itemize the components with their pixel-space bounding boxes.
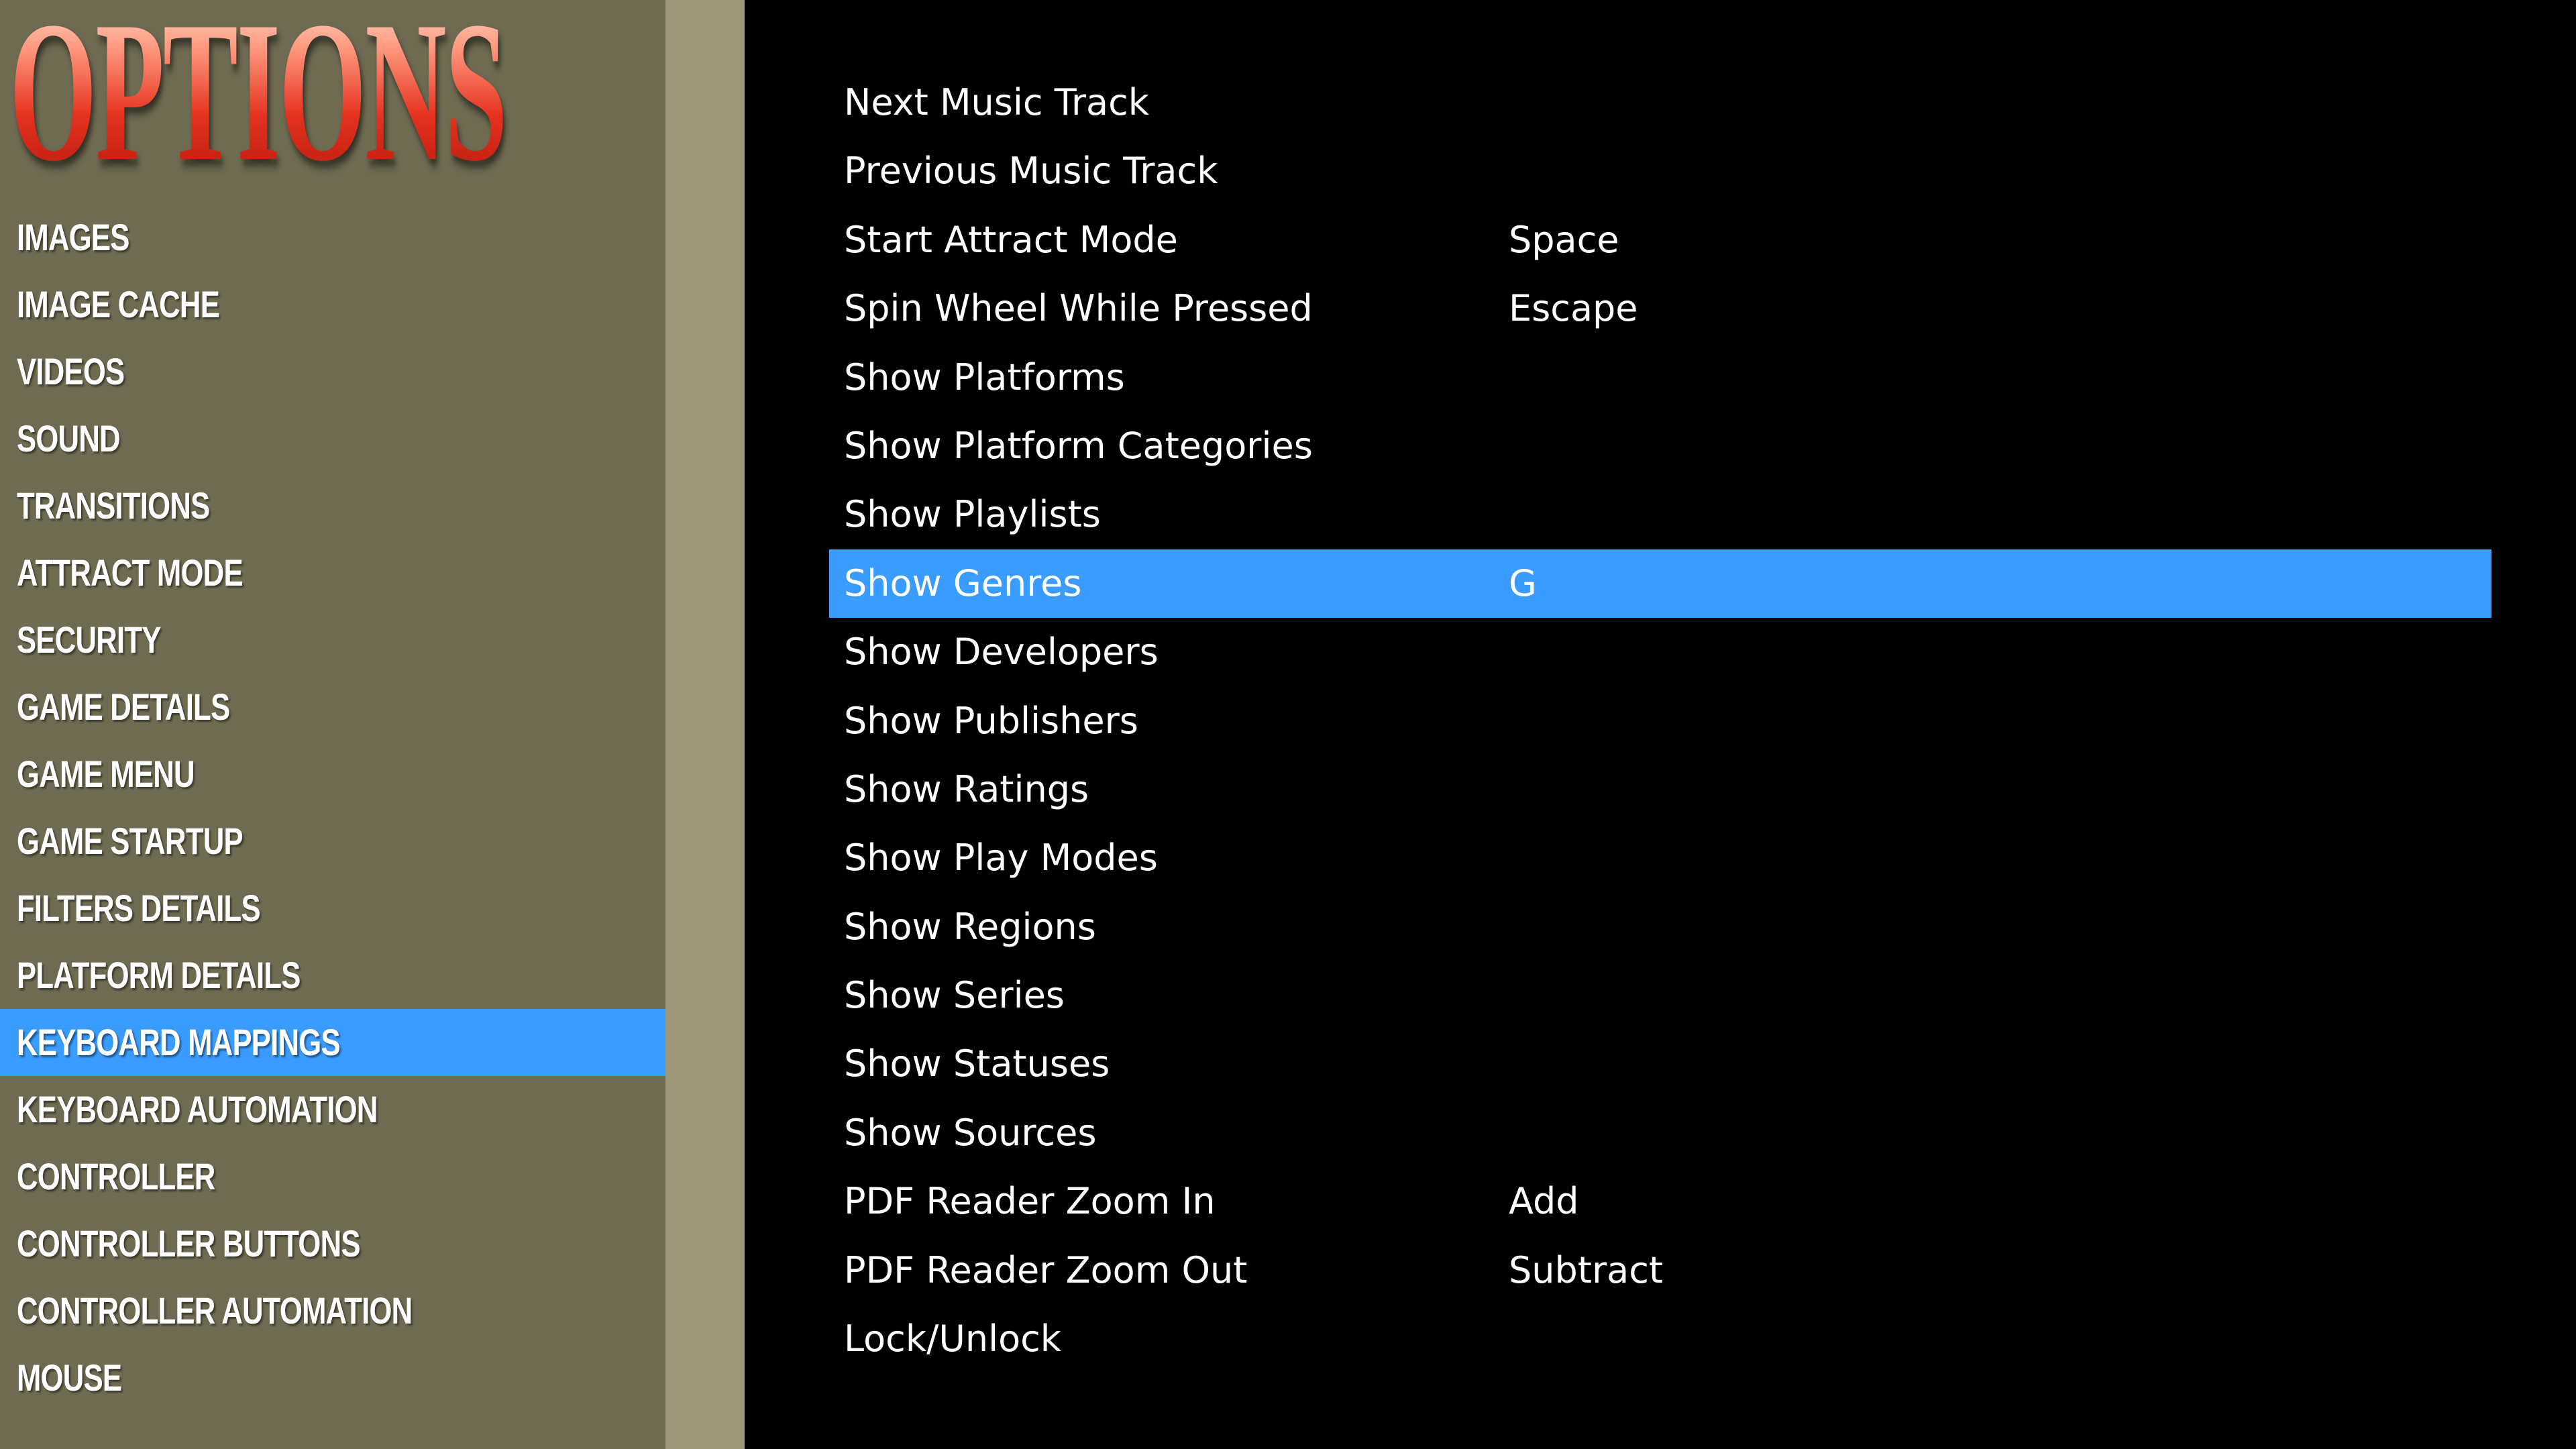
- sidebar-item-label: KEYBOARD AUTOMATION: [17, 1088, 378, 1130]
- sidebar-item-controller-automation[interactable]: CONTROLLER AUTOMATION: [0, 1277, 665, 1344]
- mapping-action-label: Show Playlists: [844, 493, 1101, 536]
- sidebar-item-label: FILTERS DETAILS: [17, 887, 261, 929]
- mapping-key-value: G: [1509, 561, 1537, 604]
- options-menu: IMAGES IMAGE CACHE VIDEOS SOUND TRANSITIONS A…: [0, 204, 665, 1411]
- mapping-row[interactable]: Spin Wheel While Pressed Escape: [829, 274, 2491, 343]
- mapping-row[interactable]: Lock/Unlock: [829, 1305, 2491, 1373]
- sidebar-item-attract-mode[interactable]: ATTRACT MODE: [0, 539, 665, 606]
- mapping-row[interactable]: Show Playlists: [829, 480, 2491, 549]
- mapping-row[interactable]: Show Regions: [829, 893, 2491, 961]
- keyboard-mappings-list: Next Music Track Previous Music Track Star…: [829, 68, 2491, 1373]
- mapping-action-label: Next Music Track: [844, 81, 1150, 123]
- sidebar-item-label: CONTROLLER BUTTONS: [17, 1222, 361, 1265]
- mapping-action-label: Lock/Unlock: [844, 1318, 1062, 1360]
- mapping-action-label: Show Genres: [844, 561, 1082, 604]
- mapping-row[interactable]: Show Ratings: [829, 755, 2491, 824]
- mapping-action-label: PDF Reader Zoom Out: [844, 1248, 1248, 1291]
- mapping-action-label: Show Play Modes: [844, 837, 1158, 879]
- mapping-action-label: Show Ratings: [844, 767, 1089, 810]
- sidebar-item-label: GAME MENU: [17, 753, 195, 795]
- sidebar-item-sound[interactable]: SOUND: [0, 405, 665, 472]
- mapping-row[interactable]: Show Developers: [829, 618, 2491, 686]
- mapping-action-label: Spin Wheel While Pressed: [844, 287, 1313, 330]
- sidebar-item-game-startup[interactable]: GAME STARTUP: [0, 808, 665, 875]
- sidebar-item-game-menu[interactable]: GAME MENU: [0, 741, 665, 808]
- mapping-key-value: Escape: [1509, 287, 1638, 330]
- sidebar-item-label: CONTROLLER AUTOMATION: [17, 1289, 413, 1332]
- mapping-action-label: Show Publishers: [844, 699, 1138, 742]
- sidebar-item-label: GAME DETAILS: [17, 686, 230, 728]
- sidebar-item-keyboard-automation[interactable]: KEYBOARD AUTOMATION: [0, 1076, 665, 1143]
- mapping-action-label: Show Developers: [844, 631, 1159, 674]
- mapping-row[interactable]: PDF Reader Zoom Out Subtract: [829, 1236, 2491, 1305]
- mapping-key-value: Add: [1509, 1180, 1579, 1223]
- options-sidebar: OPTIONS IMAGES IMAGE CACHE VIDEOS SOUND TRAN…: [0, 0, 665, 1449]
- panel-divider: [665, 0, 745, 1449]
- options-title: OPTIONS: [9, 0, 508, 192]
- mapping-action-label: Show Platform Categories: [844, 424, 1313, 467]
- mapping-row[interactable]: Show Genres G: [829, 549, 2491, 619]
- sidebar-item-platform-details[interactable]: PLATFORM DETAILS: [0, 942, 665, 1009]
- sidebar-item-label: VIDEOS: [17, 350, 125, 392]
- sidebar-item-label: KEYBOARD MAPPINGS: [17, 1021, 341, 1063]
- sidebar-item-mouse[interactable]: MOUSE: [0, 1344, 665, 1411]
- sidebar-item-game-details[interactable]: GAME DETAILS: [0, 674, 665, 741]
- sidebar-item-label: ATTRACT MODE: [17, 551, 244, 594]
- mapping-key-value: Subtract: [1509, 1248, 1664, 1291]
- sidebar-item-filters-details[interactable]: FILTERS DETAILS: [0, 875, 665, 942]
- mapping-action-label: Show Regions: [844, 905, 1096, 948]
- sidebar-item-label: IMAGE CACHE: [17, 283, 220, 325]
- mapping-row[interactable]: Show Play Modes: [829, 824, 2491, 892]
- mapping-row[interactable]: Show Statuses: [829, 1030, 2491, 1098]
- sidebar-item-images[interactable]: IMAGES: [0, 204, 665, 271]
- sidebar-item-keyboard-mappings[interactable]: KEYBOARD MAPPINGS: [0, 1009, 665, 1076]
- mapping-action-label: Start Attract Mode: [844, 218, 1178, 261]
- sidebar-item-label: TRANSITIONS: [17, 484, 210, 527]
- sidebar-item-security[interactable]: SECURITY: [0, 606, 665, 674]
- mapping-action-label: Previous Music Track: [844, 150, 1218, 193]
- mapping-action-label: Show Series: [844, 974, 1065, 1017]
- mapping-row[interactable]: Show Platforms: [829, 343, 2491, 412]
- sidebar-item-label: GAME STARTUP: [17, 820, 244, 862]
- sidebar-item-transitions[interactable]: TRANSITIONS: [0, 472, 665, 539]
- mapping-row[interactable]: Next Music Track: [829, 68, 2491, 137]
- mapping-row[interactable]: Show Sources: [829, 1099, 2491, 1167]
- mapping-action-label: Show Sources: [844, 1111, 1097, 1154]
- mapping-row[interactable]: Previous Music Track: [829, 137, 2491, 205]
- sidebar-item-controller[interactable]: CONTROLLER: [0, 1143, 665, 1210]
- sidebar-item-label: PLATFORM DETAILS: [17, 954, 301, 996]
- mapping-row[interactable]: Show Platform Categories: [829, 412, 2491, 480]
- mapping-action-label: PDF Reader Zoom In: [844, 1180, 1216, 1223]
- mapping-key-value: Space: [1509, 218, 1619, 261]
- mapping-row[interactable]: Start Attract Mode Space: [829, 206, 2491, 274]
- mapping-row[interactable]: Show Series: [829, 961, 2491, 1030]
- mapping-row[interactable]: PDF Reader Zoom In Add: [829, 1167, 2491, 1236]
- sidebar-item-label: CONTROLLER: [17, 1155, 215, 1197]
- sidebar-item-controller-buttons[interactable]: CONTROLLER BUTTONS: [0, 1210, 665, 1277]
- sidebar-item-label: SOUND: [17, 417, 121, 460]
- sidebar-item-label: MOUSE: [17, 1356, 122, 1399]
- sidebar-item-label: IMAGES: [17, 216, 129, 258]
- sidebar-item-label: SECURITY: [17, 619, 161, 661]
- mapping-row[interactable]: Show Publishers: [829, 687, 2491, 755]
- sidebar-item-image-cache[interactable]: IMAGE CACHE: [0, 271, 665, 338]
- sidebar-item-videos[interactable]: VIDEOS: [0, 338, 665, 405]
- mapping-action-label: Show Statuses: [844, 1042, 1110, 1085]
- mapping-action-label: Show Platforms: [844, 356, 1125, 398]
